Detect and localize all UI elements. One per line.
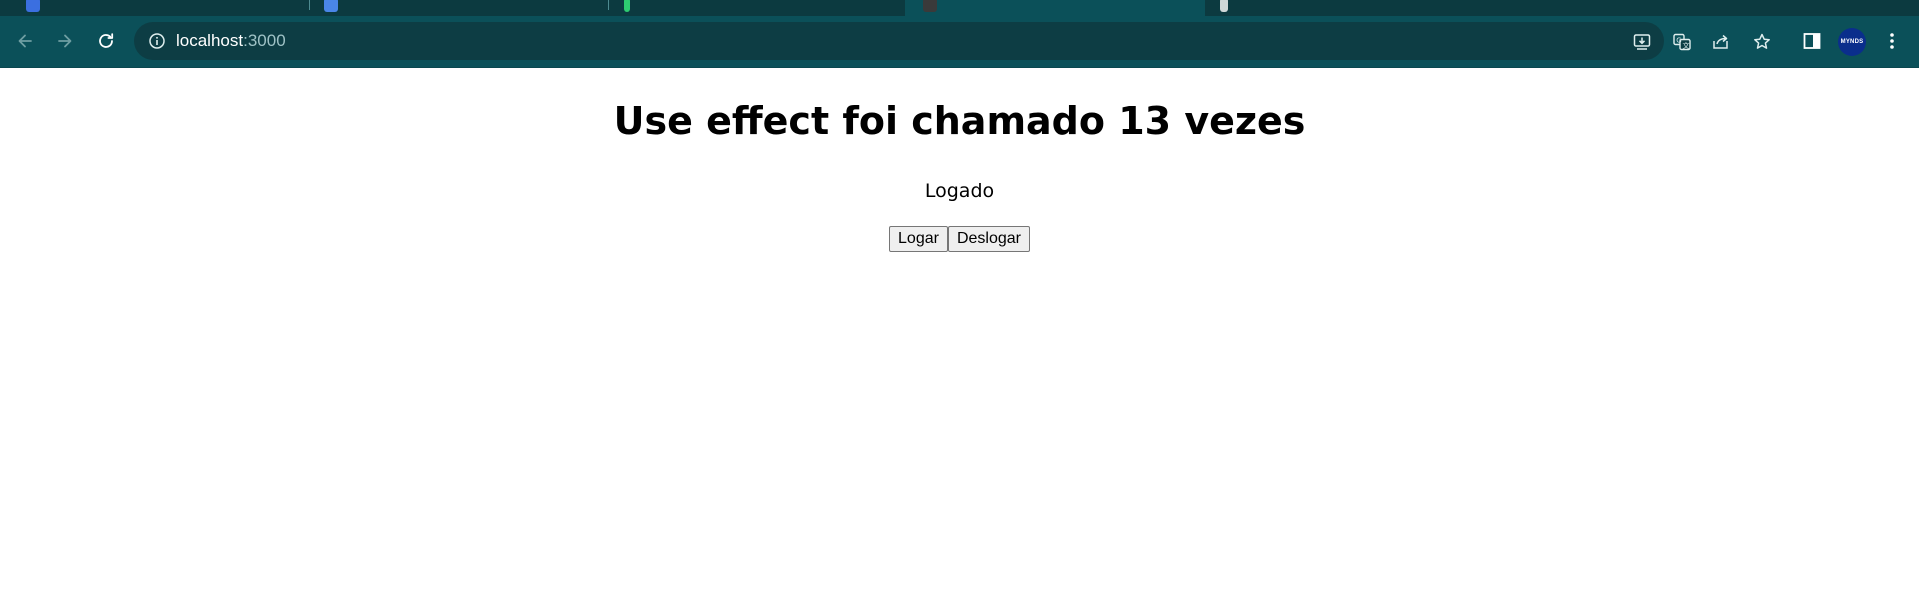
tab-2[interactable] — [310, 0, 608, 16]
address-bar[interactable]: localhost:3000 G 文 — [134, 22, 1770, 60]
tab-3[interactable] — [610, 0, 900, 16]
share-button[interactable] — [1710, 31, 1732, 53]
page-content: Use effect foi chamado 13 vezes Logado L… — [0, 68, 1919, 599]
star-icon — [1754, 33, 1770, 49]
arrow-right-icon — [58, 34, 72, 48]
reload-button[interactable] — [89, 24, 123, 58]
install-icon — [1633, 34, 1651, 50]
share-icon — [1713, 34, 1728, 49]
svg-text:文: 文 — [1683, 41, 1690, 50]
url-host: localhost — [176, 31, 244, 50]
side-panel-button[interactable] — [1800, 29, 1824, 53]
auth-buttons: Logar Deslogar — [0, 226, 1919, 252]
tab-1[interactable] — [0, 0, 308, 16]
tab-separator — [608, 0, 609, 10]
svg-text:G: G — [1676, 37, 1681, 45]
tab-favicon-icon — [324, 0, 338, 12]
install-app-button[interactable] — [1631, 31, 1653, 53]
tab-favicon-icon — [923, 0, 937, 12]
more-vertical-icon — [1890, 33, 1894, 49]
translate-button[interactable]: G 文 — [1671, 31, 1693, 53]
logout-button[interactable]: Deslogar — [947, 226, 1030, 252]
browser-toolbar: localhost:3000 G 文 — [0, 16, 1919, 67]
tab-favicon-icon — [624, 0, 630, 12]
page-heading: Use effect foi chamado 13 vezes — [613, 99, 1306, 143]
browser-menu-button[interactable] — [1880, 29, 1904, 53]
translate-icon: G 文 — [1673, 33, 1691, 51]
reload-icon — [99, 33, 114, 48]
login-status-text: Logado — [924, 180, 995, 202]
bookmark-button[interactable] — [1751, 31, 1773, 53]
url-port: :3000 — [243, 31, 286, 50]
arrow-left-icon — [18, 34, 32, 48]
profile-avatar[interactable]: MYNDS — [1838, 28, 1866, 56]
side-panel-icon — [1803, 33, 1821, 49]
tab-favicon-icon — [1220, 0, 1228, 12]
url-text[interactable]: localhost:3000 — [176, 22, 286, 60]
tab-strip — [0, 0, 1919, 16]
login-button[interactable]: Logar — [889, 226, 948, 252]
site-info-icon[interactable] — [148, 32, 166, 55]
tab-favicon-icon — [26, 0, 40, 12]
tab-active[interactable] — [905, 0, 1205, 16]
tab-5[interactable] — [1210, 0, 1330, 16]
back-button[interactable] — [8, 24, 42, 58]
forward-button[interactable] — [48, 24, 82, 58]
